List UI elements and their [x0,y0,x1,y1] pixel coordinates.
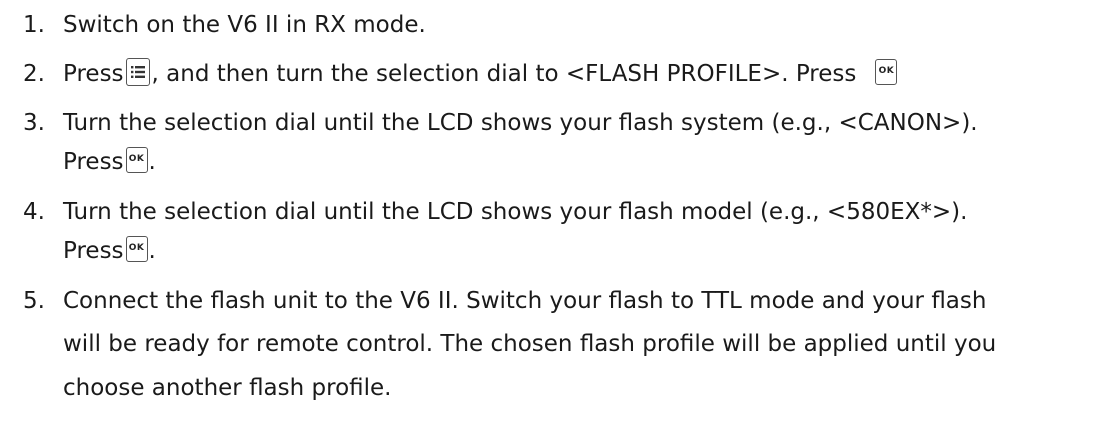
step-number: 2. [23,61,45,87]
step-number: 1. [23,12,45,38]
step-text: . [148,238,156,264]
step-body: Press , and then turn the selection dial … [63,55,898,93]
menu-button-icon [125,57,150,86]
step-number: 3. [23,110,45,136]
instruction-list: 1. Switch on the V6 II in RX mode. 2. Pr… [0,0,1113,422]
step-number: 4. [23,199,45,225]
step-text: choose another flash profile. [63,375,392,401]
step-text: . [148,149,156,175]
step-body: Press OK. [63,143,156,181]
step-text: Turn the selection dial until the LCD sh… [63,199,968,225]
step-text: , and then turn the selection dial to <F… [151,61,857,87]
step-text: Press [63,149,124,175]
step-text: Switch on the V6 II in RX mode. [63,12,426,38]
step-body: Press OK. [63,232,156,270]
step-text: Turn the selection dial until the LCD sh… [63,110,978,136]
step-text: Press [63,238,124,264]
ok-button-icon: OK [125,146,148,173]
step-number: 5. [23,288,45,314]
step-text: Press [63,61,124,87]
step-text: Connect the flash unit to the V6 II. Swi… [63,288,987,314]
step-text: will be ready for remote control. The ch… [63,331,997,357]
ok-button-icon: OK [125,235,148,262]
ok-button-icon: OK [875,58,898,85]
